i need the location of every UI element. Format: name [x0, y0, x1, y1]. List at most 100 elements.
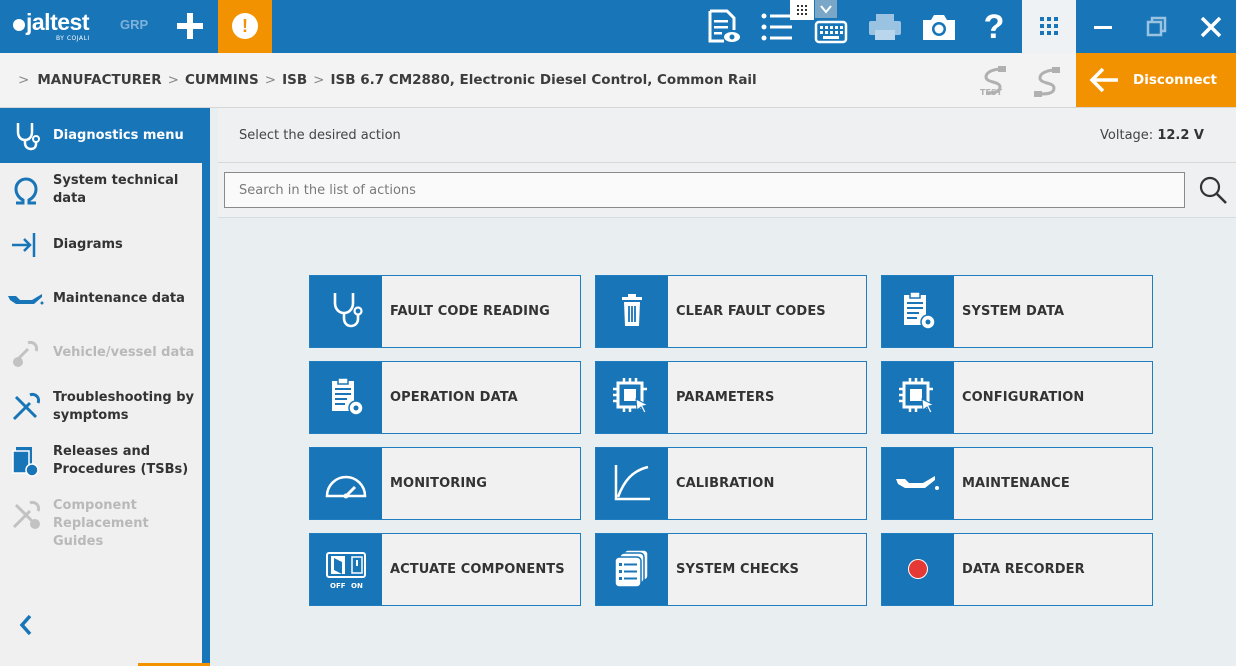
tile-label: DATA RECORDER	[962, 562, 1085, 577]
action-system-checks[interactable]: SYSTEM CHECKS	[595, 533, 867, 606]
plus-icon	[177, 13, 203, 39]
breadcrumb-item-manufacturer[interactable]: MANUFACTURER	[37, 72, 161, 88]
breadcrumb-chevron-icon: >	[18, 72, 30, 88]
alert-button[interactable]: !	[218, 0, 272, 53]
sidebar-item-vehicle-vessel-data[interactable]: Vehicle/vessel data	[0, 325, 210, 379]
breadcrumb-chevron-icon: >	[167, 72, 179, 88]
print-button[interactable]	[866, 8, 904, 46]
arrow-left-icon	[1089, 67, 1118, 93]
tile-label: ACTUATE COMPONENTS	[390, 562, 565, 577]
sidebar-item-diagrams[interactable]: Diagrams	[0, 217, 210, 271]
disconnect-label: Disconnect	[1133, 72, 1217, 88]
action-actuate-components[interactable]: OFF ON ACTUATE COMPONENTS	[309, 533, 581, 606]
apps-grid-button[interactable]	[1022, 0, 1076, 53]
help-button[interactable]: ?	[975, 8, 1013, 46]
voltage-value: 12.2 V	[1157, 128, 1204, 143]
sidebar-item-maintenance-data[interactable]: Maintenance data	[0, 271, 210, 325]
document-view-button[interactable]	[704, 8, 742, 46]
printer-icon	[869, 14, 901, 40]
action-system-data[interactable]: SYSTEM DATA	[881, 275, 1153, 348]
breadcrumb-bar: > MANUFACTURER > CUMMINS > ISB > ISB 6.7 CM2880…	[0, 53, 1236, 108]
restore-icon	[1146, 16, 1167, 37]
voltage-readout: Voltage: 12.2 V	[1100, 128, 1204, 143]
cable-status-button[interactable]	[1030, 63, 1066, 99]
tile-label: MAINTENANCE	[962, 476, 1070, 491]
breadcrumb: > MANUFACTURER > CUMMINS > ISB > ISB 6.7 CM2880…	[18, 72, 757, 88]
sidebar-item-label: Troubleshooting by symptoms	[53, 390, 195, 423]
sidebar-item-releases-tsbs[interactable]: Releases and Procedures (TSBs)	[0, 433, 210, 487]
disconnect-button[interactable]: Disconnect	[1076, 53, 1236, 107]
action-hint: Select the desired action	[239, 128, 401, 143]
trash-icon	[622, 294, 642, 326]
sidebar-item-system-technical-data[interactable]: System technical data	[0, 163, 210, 217]
camera-icon	[923, 15, 955, 40]
breadcrumb-item-system: ISB 6.7 CM2880, Electronic Diesel Contro…	[330, 72, 757, 88]
sidebar-item-troubleshooting[interactable]: Troubleshooting by symptoms	[0, 379, 210, 433]
add-button[interactable]	[172, 8, 208, 44]
tile-label: FAULT CODE READING	[390, 304, 550, 319]
test-mode-button[interactable]: TEST	[976, 63, 1012, 99]
switch-on-label: ON	[351, 582, 363, 590]
restore-button[interactable]	[1138, 8, 1176, 46]
search-row	[218, 163, 1236, 218]
app-brand-sub: BY COJALI	[56, 35, 90, 42]
tile-label: PARAMETERS	[676, 390, 775, 405]
sidebar-item-label: Maintenance data	[53, 291, 185, 306]
breadcrumb-chevron-icon: >	[313, 72, 325, 88]
tile-label: CALIBRATION	[676, 476, 775, 491]
chip-cursor-icon	[899, 378, 936, 414]
sidebar-item-label: System technical data	[53, 173, 179, 206]
minimize-icon	[1094, 26, 1112, 29]
breadcrumb-item-model[interactable]: ISB	[282, 72, 307, 88]
search-input[interactable]	[224, 172, 1185, 208]
breadcrumb-item-brand[interactable]: CUMMINS	[185, 72, 259, 88]
omega-icon	[14, 177, 38, 205]
touch-keyboard-toggle[interactable]	[790, 0, 814, 20]
tile-label: MONITORING	[390, 476, 488, 491]
diagram-icon	[12, 233, 36, 257]
tile-label: SYSTEM DATA	[962, 304, 1065, 319]
top-bar: jaltest BY COJALI GRP ! ?	[0, 0, 1236, 53]
breadcrumb-chevron-icon: >	[264, 72, 277, 88]
tools-gear-icon	[12, 500, 41, 529]
action-data-recorder[interactable]: DATA RECORDER	[881, 533, 1153, 606]
action-calibration[interactable]: CALIBRATION	[595, 447, 867, 520]
action-clear-fault-codes[interactable]: CLEAR FAULT CODES	[595, 275, 867, 348]
action-parameters[interactable]: PARAMETERS	[595, 361, 867, 434]
clipboard-gear-icon	[332, 377, 364, 416]
record-icon	[908, 559, 928, 579]
tile-label: SYSTEM CHECKS	[676, 562, 799, 577]
test-label: TEST	[980, 88, 1003, 97]
switch-off-label: OFF	[330, 582, 346, 590]
action-maintenance[interactable]: MAINTENANCE	[881, 447, 1153, 520]
minimize-button[interactable]	[1084, 8, 1122, 46]
sidebar-item-label: Component Replacement Guides	[53, 498, 149, 549]
collapse-sidebar-button[interactable]	[12, 608, 40, 642]
screenshot-button[interactable]	[920, 8, 958, 46]
stethoscope-icon	[333, 293, 363, 328]
grid-small-icon	[797, 5, 807, 15]
chip-cursor-icon	[613, 378, 650, 414]
sidebar-item-diagnostics-menu[interactable]: Diagnostics menu	[0, 108, 210, 163]
oil-can-icon	[8, 294, 44, 305]
checklist-stack-icon	[614, 549, 649, 588]
keyboard-dropdown[interactable]	[815, 0, 837, 18]
sidebar-item-label: Vehicle/vessel data	[53, 345, 195, 360]
sidebar-item-label: Diagrams	[53, 237, 123, 252]
search-icon	[1199, 176, 1227, 204]
search-button[interactable]	[1196, 173, 1230, 207]
wrench-globe-icon	[12, 340, 39, 367]
tile-label: OPERATION DATA	[390, 390, 518, 405]
action-monitoring[interactable]: MONITORING	[309, 447, 581, 520]
logo-dot-icon	[13, 19, 25, 31]
sidebar: Diagnostics menu System technical data D…	[0, 108, 210, 666]
grp-label[interactable]: GRP	[120, 17, 148, 32]
action-operation-data[interactable]: OPERATION DATA	[309, 361, 581, 434]
sidebar-item-component-replacement[interactable]: Component Replacement Guides	[0, 487, 210, 549]
close-button[interactable]	[1192, 8, 1230, 46]
action-fault-code-reading[interactable]: FAULT CODE READING	[309, 275, 581, 348]
clipboard-gear-icon	[904, 291, 936, 330]
alert-icon: !	[232, 13, 258, 39]
action-configuration[interactable]: CONFIGURATION	[881, 361, 1153, 434]
sidebar-item-label: Diagnostics menu	[53, 128, 184, 143]
